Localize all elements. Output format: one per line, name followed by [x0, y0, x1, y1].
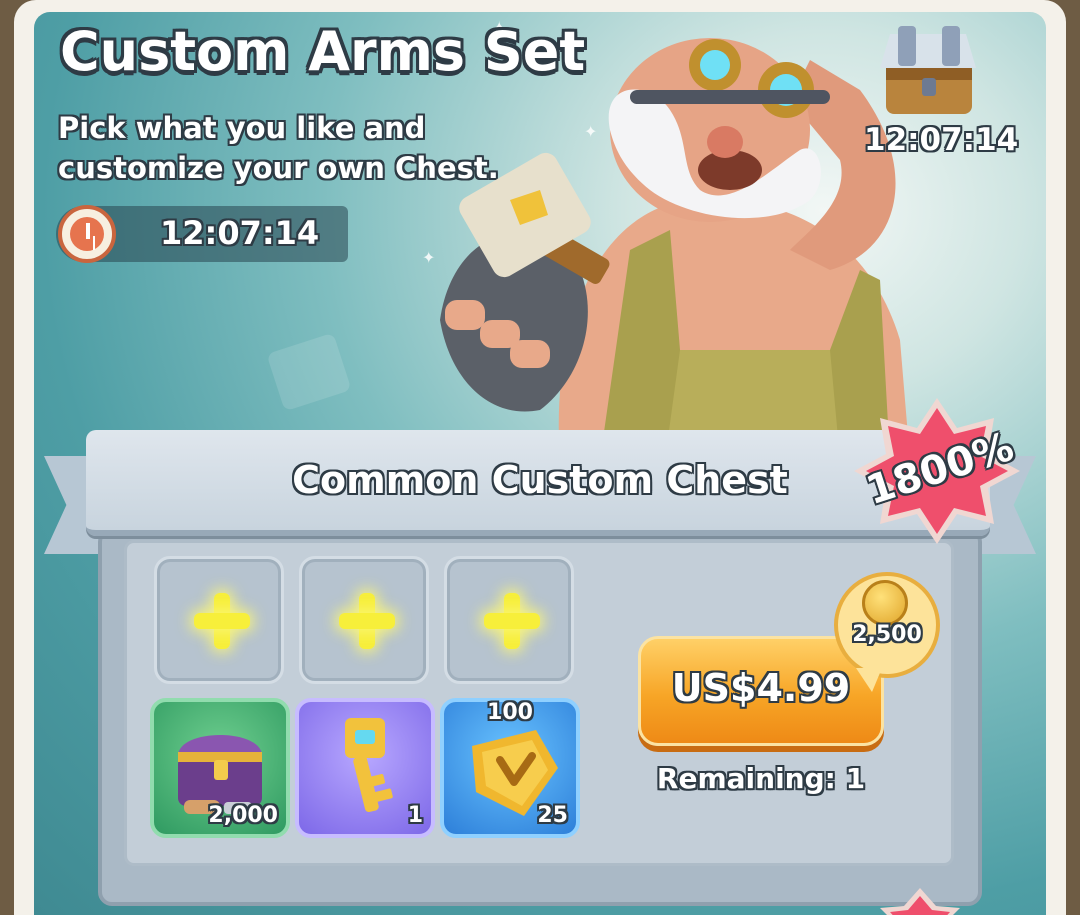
custom-slot-3[interactable] [444, 556, 574, 684]
reward-item-badge[interactable]: 100 25 [440, 698, 580, 838]
reward-item-chest[interactable]: 2,000 [150, 698, 290, 838]
item-count: 25 [537, 803, 568, 828]
plus-icon [484, 593, 540, 649]
item-count: 2,000 [208, 803, 278, 828]
coin-reward-amount: 2,500 [852, 622, 922, 647]
custom-slot-2[interactable] [299, 556, 429, 684]
remaining-count: Remaining: 1 [656, 762, 866, 795]
top-chest-timer: 12:07:14 [864, 122, 1019, 158]
item-count: 1 [407, 803, 423, 828]
buy-button-price[interactable]: US$4.99 [638, 666, 884, 710]
plus-icon [194, 593, 250, 649]
chest-icon[interactable] [868, 20, 988, 120]
custom-slot-1[interactable] [154, 556, 284, 684]
reward-item-key[interactable]: 1 [295, 698, 435, 838]
next-offer-badge [880, 888, 960, 915]
key-icon [345, 718, 393, 813]
puzzle-decoration [266, 332, 352, 412]
plus-icon [339, 593, 395, 649]
coin-icon [862, 580, 908, 626]
clock-icon [58, 205, 116, 263]
offer-timer: 12:07:14 [160, 214, 320, 252]
